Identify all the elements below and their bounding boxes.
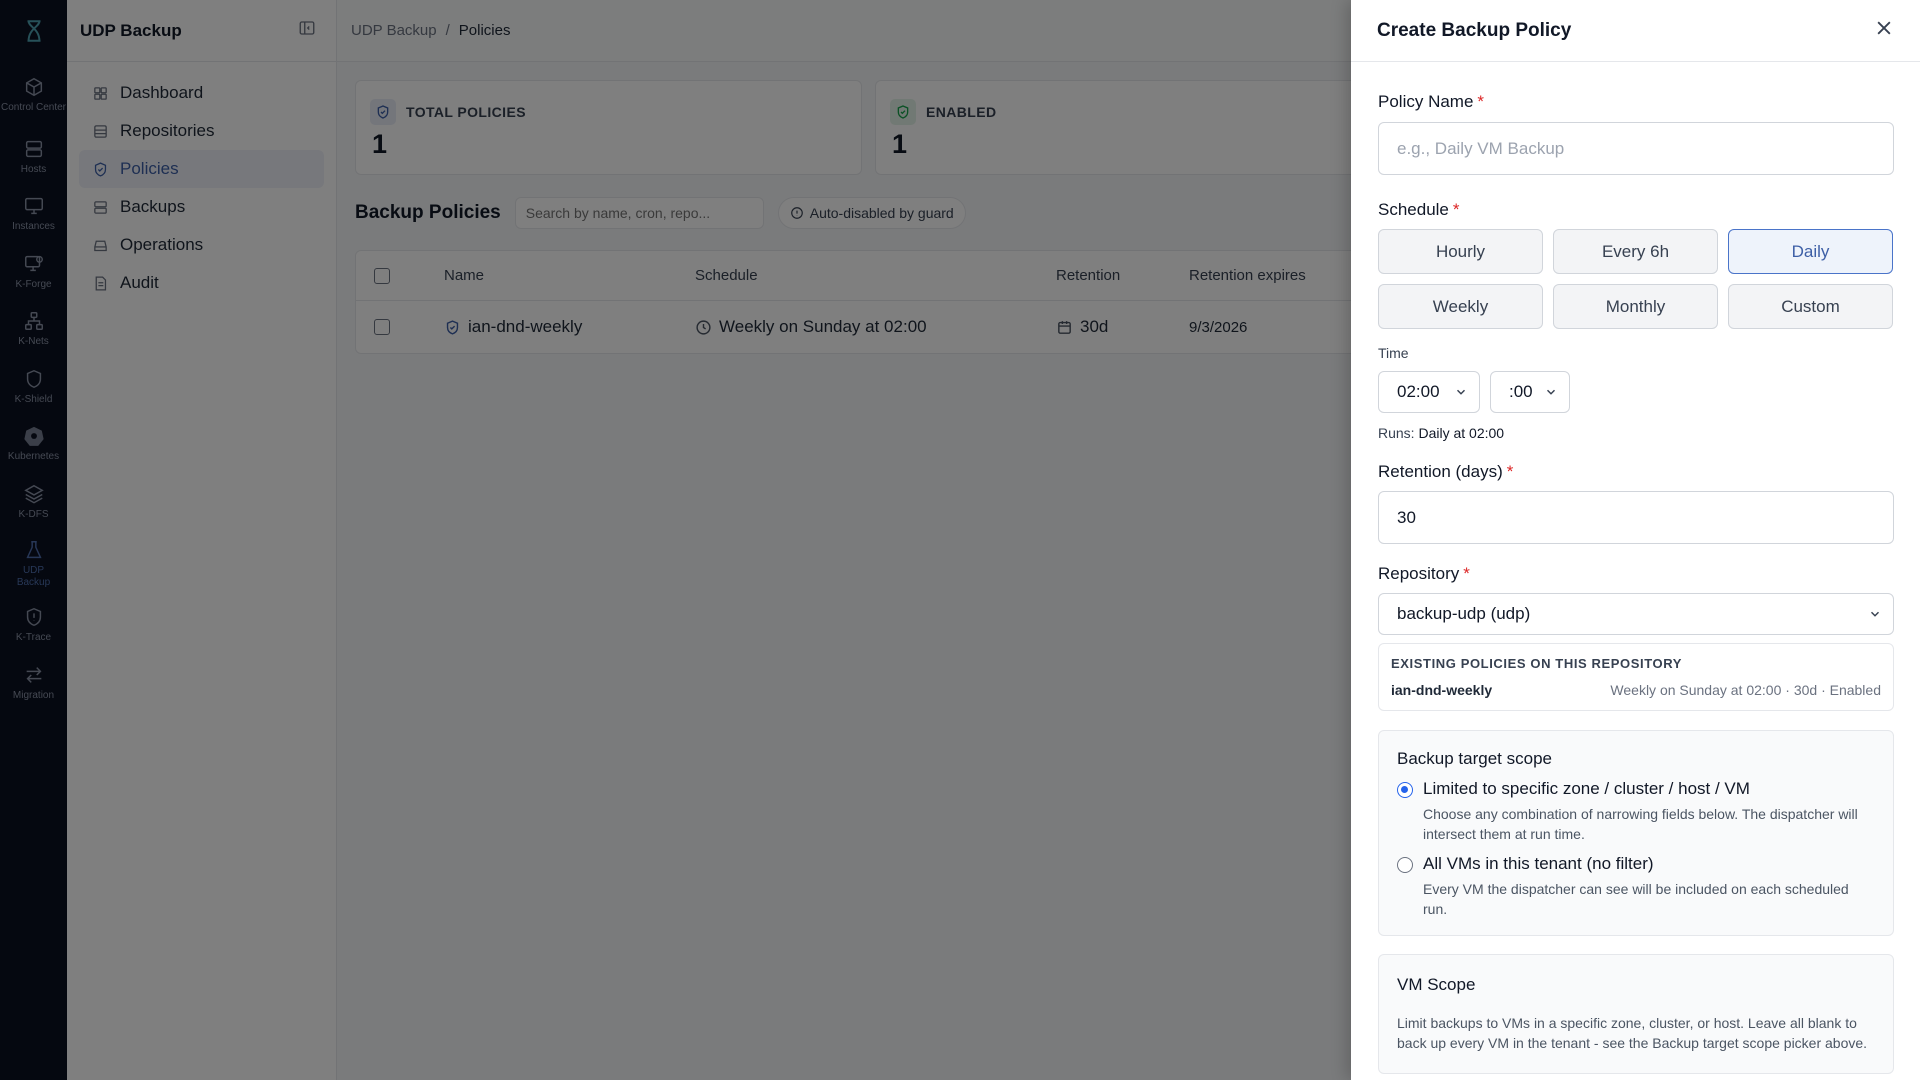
retention-label: Retention (days) * [1378,462,1514,481]
hour-value: 02:00 [1397,382,1440,401]
existing-policy-detail: Weekly on Sunday at 02:00 · 30d · Enable… [1610,682,1881,698]
vm-scope-title: VM Scope [1397,975,1476,994]
drawer-title: Create Backup Policy [1377,19,1572,41]
chevron-down-icon [1456,389,1466,395]
repository-label: Repository * [1378,564,1470,583]
existing-policies-header: EXISTING POLICIES ON THIS REPOSITORY [1391,656,1683,671]
vm-scope-section: VM Scope Limit backups to VMs in a speci… [1378,954,1894,1074]
drawer-header: Create Backup Policy [1351,0,1920,62]
backup-target-scope-section: Backup target scope Limited to specific … [1378,730,1894,936]
schedule-options: Hourly Every 6h Daily Weekly Monthly Cus… [1378,229,1893,329]
scope-option-all[interactable]: All VMs in this tenant (no filter) Every… [1397,854,1875,919]
create-backup-policy-drawer: Create Backup Policy Policy Name* Schedu… [1351,0,1920,1080]
minute-value: :00 [1509,382,1533,401]
scope-option-limited[interactable]: Limited to specific zone / cluster / hos… [1397,779,1875,844]
policy-name-label: Policy Name * [1378,92,1485,111]
existing-policies-panel: EXISTING POLICIES ON THIS REPOSITORY ian… [1378,643,1894,711]
schedule-option-every-6h[interactable]: Every 6h [1553,229,1718,274]
time-pickers: 02:00 :00 [1378,371,1893,413]
scope-all-desc: Every VM the dispatcher can see will be … [1423,881,1849,917]
repository-value: backup-udp (udp) [1397,604,1531,623]
schedule-option-daily[interactable]: Daily [1728,229,1893,274]
close-icon [1877,21,1891,35]
close-drawer-button[interactable] [1874,18,1894,43]
repository-select[interactable]: backup-udp (udp) [1378,593,1894,635]
minute-select[interactable]: :00 [1490,371,1570,413]
vm-scope-desc: Limit backups to VMs in a specific zone,… [1397,1015,1868,1051]
runs-summary: Runs: Daily at 02:00 [1378,425,1505,441]
drawer-body: Policy Name* Schedule* Hourly Every 6h D… [1351,92,1920,1074]
retention-days-input[interactable] [1378,491,1894,544]
policy-name-input[interactable] [1378,122,1894,175]
existing-policy-name: ian-dnd-weekly [1391,682,1493,698]
schedule-option-monthly[interactable]: Monthly [1553,284,1718,329]
schedule-option-custom[interactable]: Custom [1728,284,1893,329]
scope-all-radio[interactable] [1397,857,1413,873]
hour-select[interactable]: 02:00 [1378,371,1480,413]
schedule-label: Schedule * [1378,200,1460,219]
scope-limited-desc: Choose any combination of narrowing fiel… [1423,806,1858,842]
scope-all-title: All VMs in this tenant (no filter) [1423,854,1654,873]
time-label: Time [1378,345,1409,361]
schedule-option-weekly[interactable]: Weekly [1378,284,1543,329]
scope-title: Backup target scope [1397,749,1552,768]
scope-limited-title: Limited to specific zone / cluster / hos… [1423,779,1750,798]
scope-limited-radio[interactable] [1397,782,1413,798]
existing-policy-row: ian-dnd-weekly Weekly on Sunday at 02:00… [1391,682,1881,698]
chevron-down-icon [1870,611,1880,617]
schedule-option-hourly[interactable]: Hourly [1378,229,1543,274]
chevron-down-icon [1546,389,1556,395]
